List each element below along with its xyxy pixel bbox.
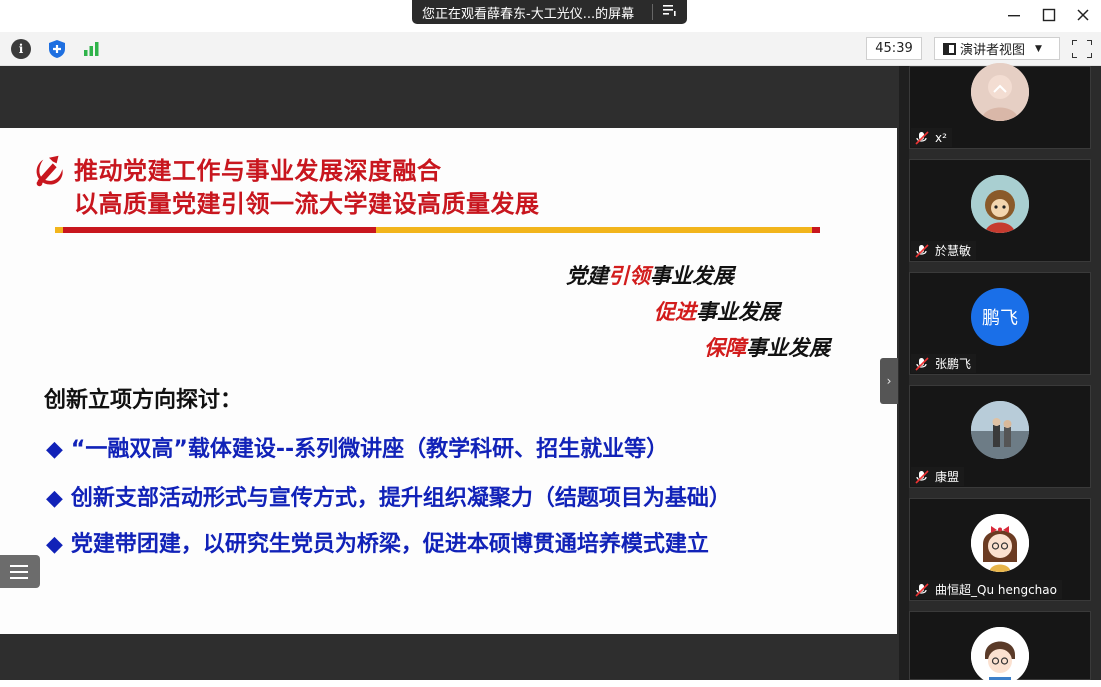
- participant-name-tag: 康盟: [911, 467, 965, 486]
- participant-name-tag: 於慧敏: [911, 241, 977, 260]
- meeting-toolbar: i 45:39 演讲者视图 ▼: [0, 32, 1101, 66]
- panel-divider[interactable]: [899, 66, 909, 680]
- initials-avatar: 鹏飞: [971, 288, 1029, 346]
- slide-subtitle: 创新立项方向探讨：: [44, 388, 243, 413]
- slogan-line-2: 促进事业发展: [654, 296, 780, 326]
- chevron-right-icon: ›: [886, 374, 892, 388]
- diamond-bullet-icon: ◆: [46, 437, 63, 462]
- slogan-2-highlight: 促进: [654, 299, 696, 324]
- meeting-timer: 45:39: [866, 37, 922, 60]
- mic-muted-icon: [915, 130, 929, 145]
- info-icon[interactable]: i: [11, 39, 31, 59]
- meeting-window: 您正在观看薛春东-大工光仪...的屏幕 i 45:39 演讲者视图 ▼ 推动党建…: [0, 0, 1101, 687]
- bullet-text-2: 创新支部活动形式与宣传方式，提升组织凝聚力（结题项目为基础）: [70, 486, 731, 511]
- panel-scrollbar[interactable]: [1091, 66, 1101, 680]
- title-underline-gold-left: [55, 227, 63, 233]
- photo-avatar: [971, 401, 1029, 459]
- close-icon[interactable]: [1067, 3, 1099, 27]
- bullet-item: ◆ 党建带团建，以研究生党员为桥梁，促进本硕博贯通培养模式建立: [46, 526, 709, 558]
- slogan-1-highlight: 引领: [608, 263, 650, 288]
- title-bar: 您正在观看薛春东-大工光仪...的屏幕: [0, 0, 1101, 32]
- participant-name: 於慧敏: [935, 244, 972, 258]
- participant-tile[interactable]: 曲恒超_Qu hengchao: [909, 498, 1091, 601]
- participant-name-tag: x²: [911, 128, 952, 147]
- slogan-3-highlight: 保障: [704, 335, 746, 360]
- party-emblem-icon: [36, 155, 63, 187]
- bullet-text-1: “一融双高”载体建设--系列微讲座（教学科研、招生就业等）: [70, 437, 669, 462]
- maximize-icon[interactable]: [1033, 3, 1065, 27]
- slogan-2-suffix: 事业发展: [696, 299, 780, 324]
- bullet-text-3: 党建带团建，以研究生党员为桥梁，促进本硕博贯通培养模式建立: [70, 532, 709, 557]
- slogan-1-prefix: 党建: [566, 263, 608, 288]
- fullscreen-icon[interactable]: [1072, 40, 1092, 58]
- slogan-line-3: 保障事业发展: [704, 332, 830, 362]
- panel-collapse-handle[interactable]: ›: [880, 358, 898, 404]
- menu-lines-icon[interactable]: [653, 4, 687, 20]
- slogan-1-suffix: 事业发展: [650, 263, 734, 288]
- slogan-line-1: 党建引领事业发展: [566, 260, 734, 290]
- title-underline-red-end: [812, 227, 820, 233]
- slogan-3-suffix: 事业发展: [746, 335, 830, 360]
- shield-icon[interactable]: [47, 39, 67, 59]
- participant-tile[interactable]: 康盟: [909, 385, 1091, 488]
- cartoon-avatar: [971, 175, 1029, 233]
- mic-muted-icon: [915, 243, 929, 258]
- participant-tile[interactable]: [909, 611, 1091, 685]
- title-underline-gold: [376, 227, 812, 233]
- participant-name-tag: 曲恒超_Qu hengchao: [911, 580, 1062, 599]
- slide-title-line1: 推动党建工作与事业发展深度融合: [74, 157, 442, 185]
- participant-tile[interactable]: 鹏飞 张鹏飞: [909, 272, 1091, 375]
- bullet-item: ◆ 创新支部活动形式与宣传方式，提升组织凝聚力（结题项目为基础）: [46, 480, 731, 512]
- participant-name-tag: 张鹏飞: [911, 354, 977, 373]
- view-mode-dropdown[interactable]: 演讲者视图 ▼: [934, 37, 1060, 60]
- bottom-control-bar: [0, 680, 1101, 687]
- mic-muted-icon: [915, 469, 929, 484]
- chevron-up-icon[interactable]: [985, 75, 1015, 103]
- diamond-bullet-icon: ◆: [46, 532, 63, 557]
- cartoon-girl-avatar: [971, 514, 1029, 572]
- mic-muted-icon: [915, 356, 929, 371]
- title-underline-red: [63, 227, 376, 233]
- participant-name: x²: [935, 130, 947, 145]
- participant-name: 康盟: [935, 470, 960, 484]
- slide-title-line2: 以高质量党建引领一流大学建设高质量发展: [74, 190, 540, 218]
- participant-name: 曲恒超_Qu hengchao: [935, 583, 1057, 597]
- view-mode-label: 演讲者视图: [960, 43, 1026, 58]
- diamond-bullet-icon: ◆: [46, 486, 63, 511]
- speaker-view-icon: [943, 42, 956, 55]
- mic-muted-icon: [915, 582, 929, 597]
- bullet-item: ◆ “一融双高”载体建设--系列微讲座（教学科研、招生就业等）: [46, 431, 668, 463]
- participant-name: 张鹏飞: [935, 357, 972, 371]
- participant-tile[interactable]: 於慧敏: [909, 159, 1091, 262]
- signal-bars-icon[interactable]: [82, 39, 102, 59]
- list-menu-button[interactable]: [0, 555, 40, 588]
- minimize-icon[interactable]: [998, 3, 1030, 27]
- chevron-down-icon: ▼: [1035, 43, 1042, 54]
- share-notice-text: 您正在观看薛春东-大工光仪...的屏幕: [422, 6, 635, 22]
- cartoon-boy-avatar: [971, 627, 1029, 685]
- screen-share-banner[interactable]: 您正在观看薛春东-大工光仪...的屏幕: [412, 0, 687, 24]
